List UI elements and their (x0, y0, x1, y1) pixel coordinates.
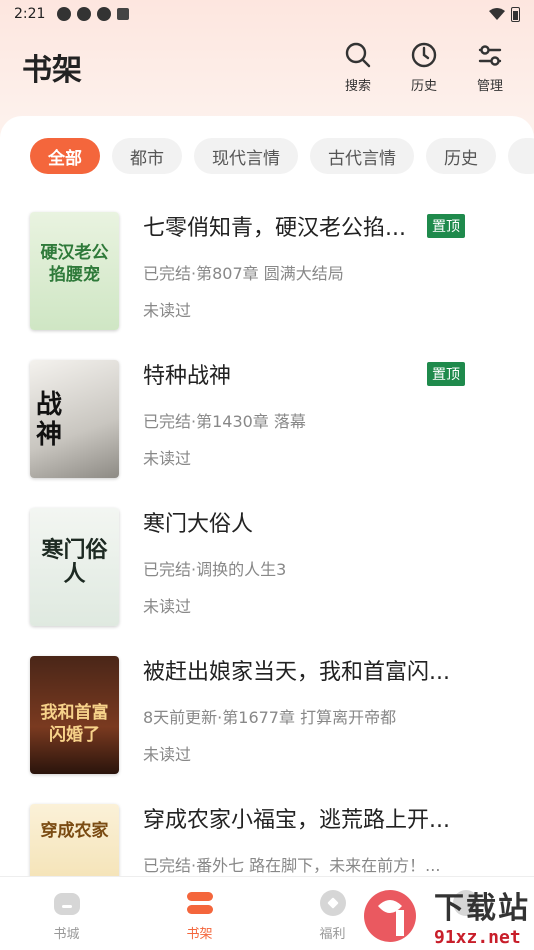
tab-more[interactable] (508, 138, 534, 174)
page-title: 书架 (22, 53, 82, 88)
tab-all[interactable]: 全部 (30, 138, 100, 174)
tab-history[interactable]: 历史 (426, 138, 496, 174)
book-cover: 穿成农家 (30, 804, 119, 876)
status-time: 2:21 (14, 6, 46, 22)
book-item[interactable]: 战神 特种战神 置顶 已完结·第1430章 落幕 未读过 (0, 356, 534, 504)
nav-bookstore[interactable]: 书城 (0, 877, 133, 950)
book-progress: 已完结·番外七 路在脚下，未来在前方！... (143, 856, 441, 875)
battery-icon (511, 6, 520, 22)
book-cover: 我和首富闪婚了 (30, 656, 119, 774)
pinned-badge: 置顶 (427, 362, 465, 386)
nav-bookshelf[interactable]: 书架 (133, 877, 266, 950)
book-title: 穿成农家小福宝，逃荒路上开... (143, 808, 450, 833)
app-notification-icon (57, 7, 72, 21)
welfare-icon (319, 890, 346, 916)
watermark: 下载站 91xz.net (360, 880, 534, 950)
book-list: 硬汉老公掐腰宠 七零俏知青，硬汉老公掐... 置顶 已完结·第807章 圆满大结… (0, 208, 534, 876)
read-status: 未读过 (143, 301, 192, 320)
book-title: 寒门大俗人 (143, 512, 254, 537)
history-label: 历史 (410, 78, 437, 94)
manage-button[interactable]: 管理 (468, 41, 512, 94)
tab-urban[interactable]: 都市 (112, 138, 182, 174)
status-bar: 2:21 (0, 0, 534, 28)
book-item[interactable]: 我和首富闪婚了 被赶出娘家当天，我和首富闪... 8天前更新·第1677章 打算… (0, 652, 534, 800)
cover-title: 我和首富闪婚了 (40, 703, 109, 745)
clock-icon (411, 42, 437, 67)
nav-label: 福利 (319, 927, 346, 942)
bookshelf-panel: 全部 都市 现代言情 古代言情 历史 硬汉老公掐腰宠 七零俏知青，硬汉老公掐..… (0, 116, 534, 876)
book-title: 特种战神 (143, 364, 232, 389)
history-button[interactable]: 历史 (402, 41, 446, 94)
book-cover: 寒门俗人 (30, 508, 119, 626)
nav-label: 书城 (53, 927, 80, 942)
search-button[interactable]: 搜索 (336, 41, 380, 94)
cover-title: 穿成农家 (40, 821, 109, 841)
book-item[interactable]: 穿成农家 穿成农家小福宝，逃荒路上开... 已完结·番外七 路在脚下，未来在前方… (0, 800, 534, 876)
book-item[interactable]: 硬汉老公掐腰宠 七零俏知青，硬汉老公掐... 置顶 已完结·第807章 圆满大结… (0, 208, 534, 356)
book-item[interactable]: 寒门俗人 寒门大俗人 已完结·调换的人生3 未读过 (0, 504, 534, 652)
book-progress: 已完结·调换的人生3 (143, 560, 287, 579)
read-status: 未读过 (143, 449, 192, 468)
nav-label: 书架 (186, 927, 213, 942)
book-progress: 已完结·第1430章 落幕 (143, 412, 306, 431)
book-title: 七零俏知青，硬汉老公掐... (143, 216, 406, 241)
watermark-sub: 91xz.net (434, 926, 521, 948)
search-icon (345, 42, 371, 67)
tab-modern-romance[interactable]: 现代言情 (194, 138, 298, 174)
watermark-main: 下载站 (434, 890, 530, 926)
book-progress: 8天前更新·第1677章 打算离开帝都 (143, 708, 397, 727)
read-status: 未读过 (143, 597, 192, 616)
book-cover: 硬汉老公掐腰宠 (30, 212, 119, 330)
sliders-icon (478, 44, 502, 66)
app-notification-icon (97, 7, 112, 21)
cover-title: 寒门俗人 (41, 537, 108, 587)
a-notification-icon (117, 8, 130, 20)
book-cover: 战神 (30, 360, 119, 478)
app-notification-icon (77, 7, 92, 21)
book-title: 被赶出娘家当天，我和首富闪... (143, 660, 450, 685)
tab-ancient-romance[interactable]: 古代言情 (310, 138, 414, 174)
manage-label: 管理 (476, 78, 503, 94)
wifi-icon (489, 8, 505, 20)
watermark-logo-icon (364, 890, 416, 942)
cover-title: 硬汉老公掐腰宠 (40, 243, 109, 285)
search-label: 搜索 (344, 78, 371, 94)
read-status: 未读过 (143, 745, 192, 764)
notification-icons (57, 7, 130, 21)
category-tabs: 全部 都市 现代言情 古代言情 历史 (30, 138, 534, 174)
app-header: 书架 搜索 历史 管理 (0, 28, 534, 106)
bookshelf-icon (186, 892, 213, 914)
cover-title: 战神 (36, 390, 63, 450)
book-progress: 已完结·第807章 圆满大结局 (143, 264, 344, 283)
pinned-badge: 置顶 (427, 214, 465, 238)
store-icon (53, 893, 80, 915)
